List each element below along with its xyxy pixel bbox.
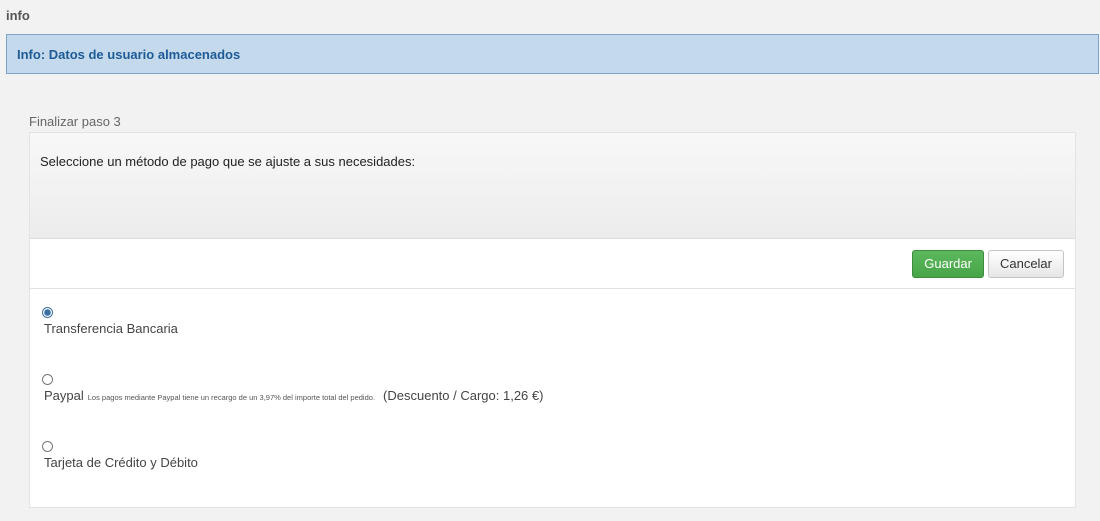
page-label: info [6,8,30,23]
info-message: Info: Datos de usuario almacenados [17,46,241,62]
paypal-radio[interactable] [42,374,53,385]
action-bar: Guardar Cancelar [30,239,1075,289]
panel-header: Seleccione un método de pago que se ajus… [30,133,1075,239]
card-radio[interactable] [42,441,53,452]
payment-panel: Seleccione un método de pago que se ajus… [29,132,1076,508]
transfer-radio[interactable] [42,307,53,318]
step-title: Finalizar paso 3 [29,114,121,129]
paypal-label: Paypal [44,388,84,403]
payment-option-paypal: Paypal Los pagos mediante Paypal tiene u… [42,374,1075,441]
transfer-label: Transferencia Bancaria [44,321,178,336]
save-button[interactable]: Guardar [912,249,984,278]
paypal-surcharge-note: Los pagos mediante Paypal tiene un recar… [87,393,376,402]
payment-option-transfer: Transferencia Bancaria [42,307,1075,374]
paypal-charge-amount: (Descuento / Cargo: 1,26 €) [383,388,544,403]
info-message-bar: Info: Datos de usuario almacenados [6,34,1099,74]
panel-instructions: Seleccione un método de pago que se ajus… [40,154,416,169]
cancel-button[interactable]: Cancelar [987,249,1064,278]
card-label: Tarjeta de Crédito y Débito [44,455,198,470]
payment-option-card: Tarjeta de Crédito y Débito [42,441,1075,508]
payment-method-list: Transferencia Bancaria Paypal Los pagos … [30,289,1075,508]
